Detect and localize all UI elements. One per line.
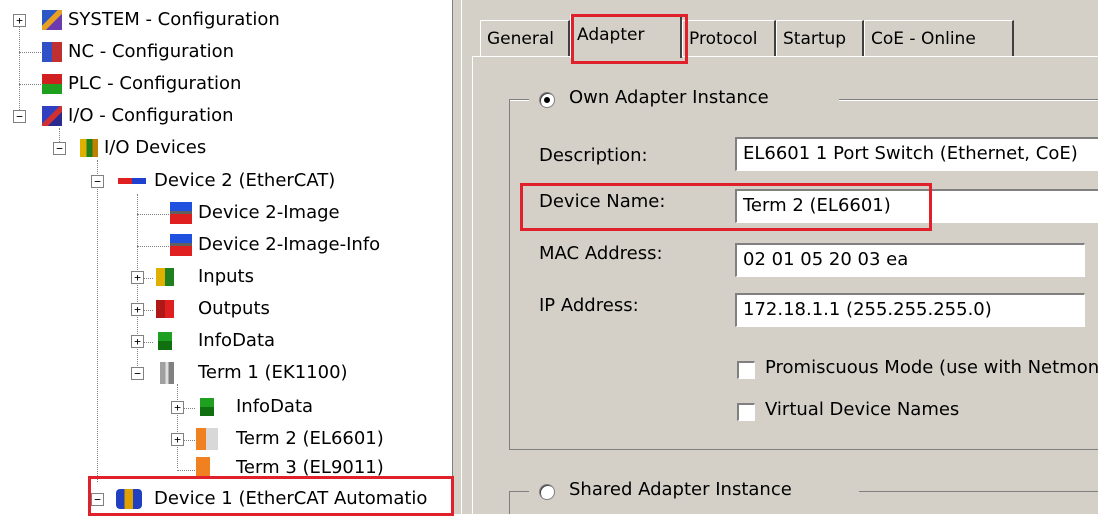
pane-splitter[interactable] [452,0,462,514]
inputs-icon [156,268,174,286]
ethercat-device-icon [118,178,146,184]
tree-item-label: Outputs [198,298,270,319]
coupler-terminal-icon [160,362,174,384]
tree-item-label: Device 2 (EtherCAT) [154,170,336,191]
tree-item-label: Term 2 (EL6601) [236,428,384,449]
infodata-icon [200,398,214,416]
device-name-label: Device Name: [539,191,666,212]
tree-item-outputs[interactable]: + Outputs [0,294,440,324]
tree-item-device-1-ethercat-automation[interactable]: − Device 1 (EtherCAT Automatio [0,484,452,514]
tree-item-inputs[interactable]: + Inputs [0,262,440,292]
description-field[interactable]: EL6601 1 Port Switch (Ethernet, CoE) [735,137,1098,171]
plc-config-icon [42,74,62,94]
collapse-icon[interactable]: − [53,142,66,155]
expand-icon[interactable]: + [171,433,184,446]
own-adapter-radio[interactable] [539,92,555,108]
tree-item-io-devices[interactable]: − I/O Devices [0,133,440,163]
tree-item-nc-configuration[interactable]: NC - Configuration [0,37,440,67]
tree-item-device-2-image[interactable]: Device 2-Image [0,198,440,228]
tree-item-infodata[interactable]: + InfoData [0,326,440,356]
tree-item-label: Term 1 (EK1100) [198,362,348,383]
tree-item-device-2-ethercat[interactable]: − Device 2 (EtherCAT) [0,166,440,196]
tree-item-label: SYSTEM - Configuration [68,9,280,30]
virtual-device-names-label: Virtual Device Names [765,399,960,420]
end-terminal-icon [196,457,210,477]
promiscuous-mode-label: Promiscuous Mode (use with Netmon [765,357,1098,378]
adapter-tab-content: Own Adapter Instance Description: EL6601… [472,56,1098,514]
tree-item-system-configuration[interactable]: + SYSTEM - Configuration [0,5,440,35]
tree-item-plc-configuration[interactable]: PLC - Configuration [0,69,440,99]
mac-address-field[interactable]: 02 01 05 20 03 ea [735,243,1085,277]
tree-item-label: NC - Configuration [68,41,235,62]
mac-address-label: MAC Address: [539,243,663,264]
ip-address-field[interactable]: 172.18.1.1 (255.255.255.0) [735,293,1085,327]
tab-protocol[interactable]: Protocol [682,20,776,56]
virtual-device-names-checkbox[interactable] [737,403,755,421]
infodata-icon [158,332,172,350]
expand-icon[interactable]: + [131,271,144,284]
collapse-icon[interactable]: − [131,367,144,380]
system-config-icon [42,10,62,30]
tree-item-label: I/O Devices [104,137,207,158]
own-adapter-label: Own Adapter Instance [569,87,769,108]
shared-adapter-radio[interactable] [539,484,555,500]
tab-startup[interactable]: Startup [776,20,864,56]
io-devices-icon [80,139,98,157]
nc-config-icon [42,42,62,62]
tree-item-label: I/O - Configuration [68,105,234,126]
expand-icon[interactable]: + [131,335,144,348]
promiscuous-mode-checkbox[interactable] [737,361,755,379]
collapse-icon[interactable]: − [91,493,104,506]
tree-item-io-configuration[interactable]: − I/O - Configuration [0,101,440,131]
tree-item-label: Term 3 (EL9011) [236,457,384,478]
device-name-field[interactable]: Term 2 (EL6601) [735,189,1098,223]
automation-device-icon [116,489,142,509]
expand-icon[interactable]: + [171,401,184,414]
tree-item-device-2-image-info[interactable]: Device 2-Image-Info [0,230,440,260]
tree-item-label: Device 1 (EtherCAT Automatio [154,488,428,509]
device-image-icon [170,202,192,224]
tree-item-term-1-ek1100[interactable]: − Term 1 (EK1100) [0,358,440,388]
properties-panel: General Adapter Protocol Startup CoE - O… [462,0,1098,514]
device-image-info-icon [170,234,192,256]
tree-item-infodata-term1[interactable]: + InfoData [0,392,440,422]
expand-icon[interactable]: + [131,303,144,316]
tab-general[interactable]: General [480,20,570,56]
description-label: Description: [539,145,648,166]
tree-item-label: Device 2-Image [198,202,340,223]
tab-adapter[interactable]: Adapter [570,14,682,58]
ip-address-label: IP Address: [539,295,639,316]
collapse-icon[interactable]: − [13,110,26,123]
solution-tree: + SYSTEM - Configuration NC - Configurat… [0,0,452,514]
shared-adapter-label: Shared Adapter Instance [569,479,792,500]
io-config-icon [42,106,62,126]
tree-item-term-3-el9011[interactable]: Term 3 (EL9011) [0,455,440,485]
collapse-icon[interactable]: − [91,175,104,188]
tree-item-term-2-el6601[interactable]: + Term 2 (EL6601) [0,424,440,454]
tree-item-label: Inputs [198,266,254,287]
tree-item-label: InfoData [198,330,276,351]
tree-item-label: InfoData [236,396,314,417]
tree-item-label: Device 2-Image-Info [198,234,381,255]
tab-coe-online[interactable]: CoE - Online [864,20,1014,56]
tree-item-label: PLC - Configuration [68,73,242,94]
outputs-icon [156,300,174,318]
terminal-icon [196,428,218,450]
expand-icon[interactable]: + [13,14,26,27]
